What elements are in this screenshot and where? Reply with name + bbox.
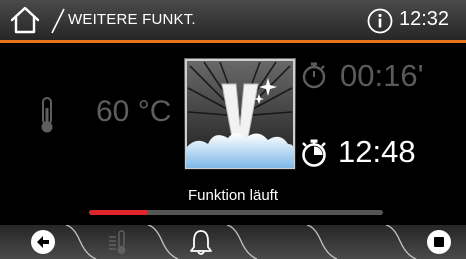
info-icon[interactable]	[367, 8, 393, 34]
home-icon[interactable]	[9, 5, 41, 35]
end-time-value[interactable]: 12:48	[338, 134, 416, 170]
page-title: WEITERE FUNKT.	[68, 11, 196, 28]
breadcrumb-separator	[51, 8, 65, 34]
duration-value[interactable]: 00:16'	[340, 58, 424, 94]
thermometer-icon	[41, 97, 53, 133]
progress-bar	[89, 210, 383, 215]
stopwatch-icon	[302, 62, 326, 89]
temperature-value[interactable]: 60 °C	[96, 95, 171, 129]
bell-icon[interactable]	[186, 228, 216, 256]
top-bar: WEITERE FUNKT. 12:32	[0, 0, 466, 43]
back-icon[interactable]	[28, 228, 58, 256]
progress-fill	[89, 210, 148, 215]
end-time-stopwatch-icon	[302, 139, 326, 167]
tab-dividers	[65, 225, 417, 259]
clock: 12:32	[399, 8, 450, 30]
status-text: Funktion läuft	[187, 187, 279, 204]
bottom-bar	[0, 225, 466, 259]
v-program-icon	[184, 58, 296, 170]
heat-icon[interactable]	[104, 228, 134, 256]
stop-icon[interactable]	[424, 228, 454, 256]
